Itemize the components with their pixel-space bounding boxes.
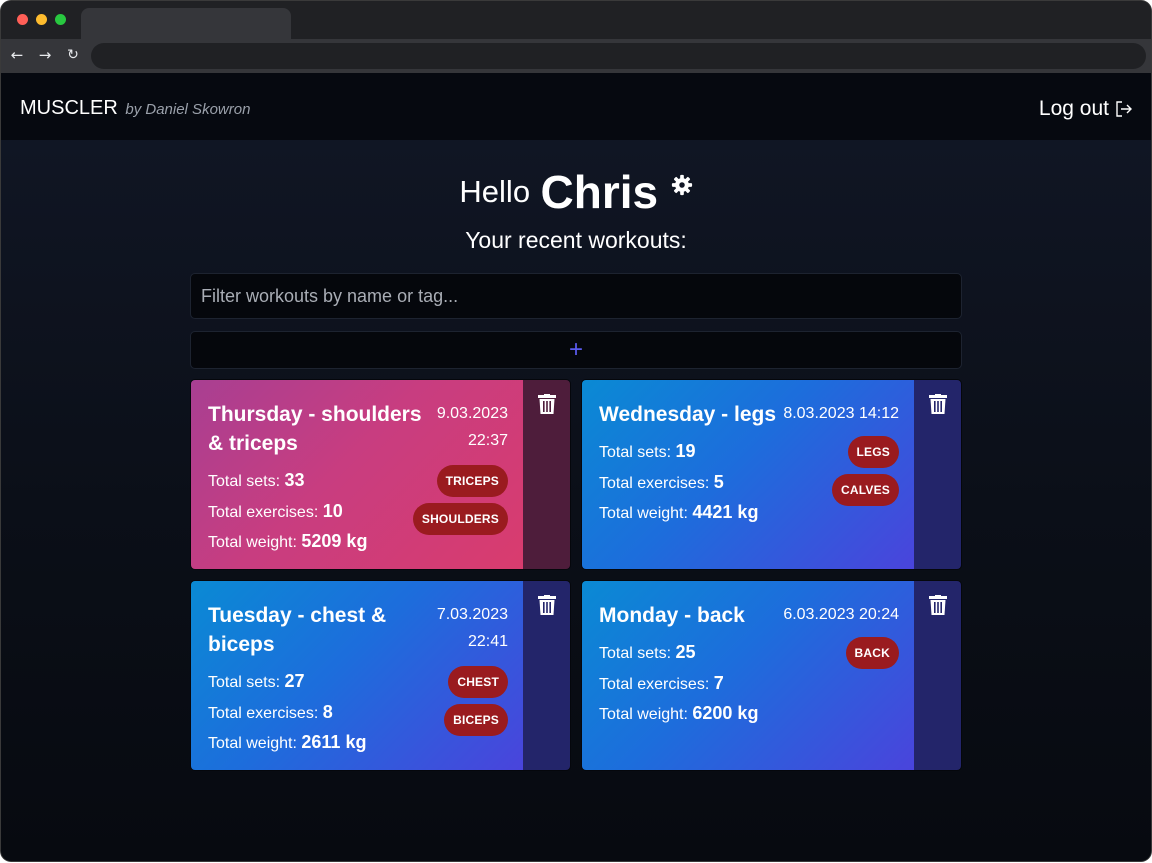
recent-workouts-heading: Your recent workouts:	[465, 227, 687, 253]
greeting-hello: Hello	[459, 174, 531, 209]
tag-badge[interactable]: CALVES	[832, 474, 899, 506]
logout-icon	[1116, 101, 1132, 117]
workout-datetime: 9.03.2023 22:37	[428, 400, 508, 454]
stat-total-sets: Total sets: 25	[599, 642, 696, 662]
workout-tags: BACK	[845, 637, 899, 669]
workout-tags: CHEST BICEPS	[444, 666, 508, 736]
brand-name: MUSCLER	[20, 97, 118, 119]
top-navbar: MUSCLER by Daniel Skowron Log out	[1, 73, 1151, 140]
tag-badge[interactable]: SHOULDERS	[412, 503, 508, 535]
workout-stats: Total sets: 27 Total exercises: 8 Total …	[208, 667, 366, 759]
greeting: Hello Chris	[1, 165, 1151, 219]
brand[interactable]: MUSCLER by Daniel Skowron	[20, 97, 250, 120]
workout-card[interactable]: Wednesday - legs 8.03.2023 14:12 Total s…	[581, 379, 962, 570]
tag-badge[interactable]: CHEST	[448, 666, 508, 698]
tag-badge[interactable]: BACK	[845, 637, 899, 669]
workout-time: 14:12	[858, 405, 899, 422]
trash-icon[interactable]	[929, 595, 947, 615]
workout-card-body[interactable]: Tuesday - chest & biceps 7.03.2023 22:41…	[191, 581, 524, 770]
workout-time: 20:24	[858, 606, 899, 623]
workout-title: Wednesday - legs	[599, 403, 777, 426]
trash-icon[interactable]	[929, 394, 947, 414]
workout-card-body[interactable]: Wednesday - legs 8.03.2023 14:12 Total s…	[582, 380, 915, 569]
window-minimize-dot[interactable]	[36, 14, 47, 25]
window-close-dot[interactable]	[17, 14, 28, 25]
stat-total-exercises: Total exercises: 7	[599, 672, 724, 693]
browser-toolbar: ← → ↻	[1, 39, 1151, 73]
stat-total-sets: Total sets: 27	[208, 671, 305, 691]
workout-stats: Total sets: 19 Total exercises: 5 Total …	[599, 437, 758, 529]
workout-datetime: 6.03.2023 20:24	[783, 601, 899, 628]
app-page: MUSCLER by Daniel Skowron Log out Hello …	[1, 73, 1151, 861]
workout-date: 7.03.2023	[436, 606, 508, 623]
tag-badge[interactable]: TRICEPS	[436, 465, 508, 497]
stat-total-weight: Total weight: 2611 kg	[208, 732, 367, 752]
gear-icon[interactable]	[671, 174, 693, 196]
workout-title: Thursday - shoulders & triceps	[208, 403, 422, 455]
browser-window: ← → ↻ MUSCLER by Daniel Skowron Log out …	[1, 1, 1151, 861]
logout-label: Log out	[1038, 97, 1109, 120]
workout-time: 22:41	[467, 633, 508, 650]
address-bar[interactable]	[91, 43, 1146, 69]
window-maximize-dot[interactable]	[55, 14, 66, 25]
stat-total-sets: Total sets: 33	[208, 470, 305, 490]
back-arrow-icon[interactable]: ←	[7, 45, 27, 65]
stat-total-weight: Total weight: 5209 kg	[208, 531, 368, 551]
trash-icon[interactable]	[538, 394, 556, 414]
card-delete-panel	[523, 581, 570, 770]
workout-title: Monday - back	[599, 604, 745, 627]
forward-arrow-icon[interactable]: →	[35, 45, 55, 65]
stat-total-exercises: Total exercises: 10	[208, 500, 343, 521]
greeting-username: Chris	[540, 166, 659, 218]
workout-date: 6.03.2023	[783, 606, 855, 623]
trash-icon[interactable]	[538, 595, 556, 615]
workout-datetime: 7.03.2023 22:41	[428, 601, 508, 655]
add-workout-button[interactable]: +	[190, 331, 962, 369]
stat-total-weight: Total weight: 4421 kg	[599, 502, 759, 522]
stat-total-exercises: Total exercises: 5	[599, 471, 724, 492]
workout-time: 22:37	[467, 432, 508, 449]
logout-button[interactable]: Log out	[1039, 97, 1133, 121]
workout-card-body[interactable]: Thursday - shoulders & triceps 9.03.2023…	[191, 380, 524, 569]
workout-tags: TRICEPS SHOULDERS	[412, 465, 508, 535]
tag-badge[interactable]: BICEPS	[444, 704, 508, 736]
card-delete-panel	[523, 380, 570, 569]
stat-total-sets: Total sets: 19	[599, 441, 696, 461]
workout-card[interactable]: Tuesday - chest & biceps 7.03.2023 22:41…	[190, 580, 571, 771]
stat-total-weight: Total weight: 6200 kg	[599, 703, 759, 723]
workout-date: 8.03.2023	[783, 405, 855, 422]
workout-tags: LEGS CALVES	[832, 436, 899, 506]
workout-card[interactable]: Monday - back 6.03.2023 20:24 Total sets…	[581, 580, 962, 771]
workout-stats: Total sets: 33 Total exercises: 10 Total…	[208, 466, 367, 558]
workout-datetime: 8.03.2023 14:12	[783, 400, 899, 427]
tag-badge[interactable]: LEGS	[847, 436, 899, 468]
stat-total-exercises: Total exercises: 8	[208, 701, 333, 722]
browser-tabstrip	[1, 1, 1151, 39]
workout-title: Tuesday - chest & biceps	[208, 604, 387, 656]
brand-author: by Daniel Skowron	[125, 101, 251, 118]
browser-tab[interactable]	[81, 8, 291, 39]
card-delete-panel	[914, 380, 961, 569]
workout-date: 9.03.2023	[436, 405, 508, 422]
reload-icon[interactable]: ↻	[63, 45, 83, 65]
filter-workouts-input[interactable]	[190, 273, 962, 319]
workout-card[interactable]: Thursday - shoulders & triceps 9.03.2023…	[190, 379, 571, 570]
workout-stats: Total sets: 25 Total exercises: 7 Total …	[599, 638, 758, 730]
workout-card-body[interactable]: Monday - back 6.03.2023 20:24 Total sets…	[582, 581, 915, 770]
card-delete-panel	[914, 581, 961, 770]
